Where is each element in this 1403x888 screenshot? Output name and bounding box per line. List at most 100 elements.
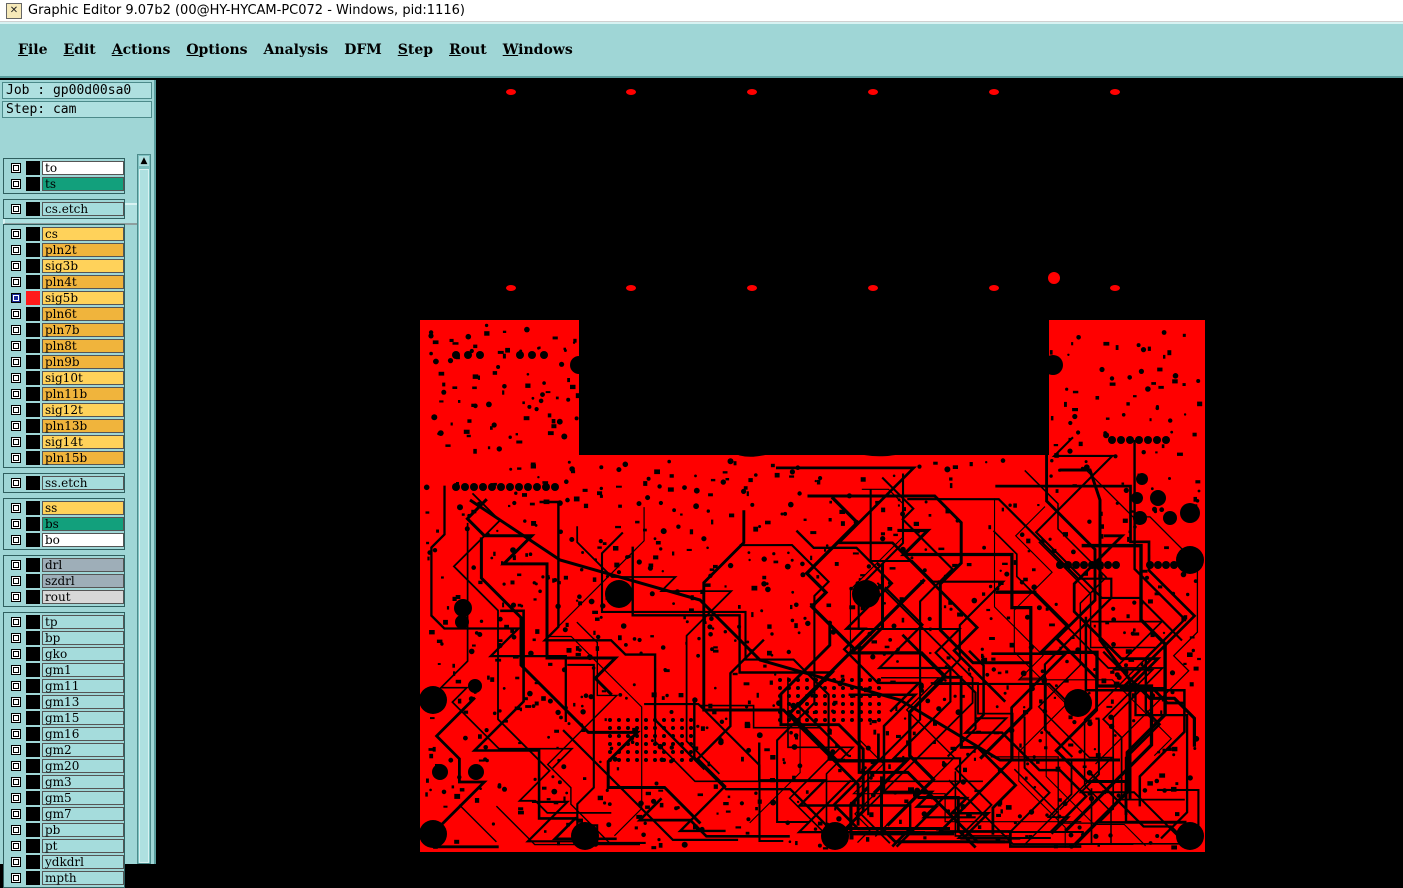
layer-name[interactable]: gm7 [42, 807, 124, 821]
layer-name[interactable]: pln8t [42, 339, 124, 353]
layer-row-bo[interactable]: bo [6, 533, 124, 547]
layer-color-swatch[interactable] [26, 339, 40, 353]
layer-color-swatch[interactable] [26, 517, 40, 531]
layer-row-szdrl[interactable]: szdrl [6, 574, 124, 588]
layer-name[interactable]: sig14t [42, 435, 124, 449]
layer-row-to[interactable]: to [6, 161, 124, 175]
layer-row-bs[interactable]: bs [6, 517, 124, 531]
layer-row-cs.etch[interactable]: cs.etch [6, 202, 124, 216]
layer-checkbox[interactable] [11, 357, 21, 367]
layer-row-sig3b[interactable]: sig3b [6, 259, 124, 273]
layer-name[interactable]: gm5 [42, 791, 124, 805]
layer-name[interactable]: mpth [42, 871, 124, 885]
layer-name[interactable]: gm13 [42, 695, 124, 709]
layer-color-swatch[interactable] [26, 403, 40, 417]
layer-name[interactable]: szdrl [42, 574, 124, 588]
layer-color-swatch[interactable] [26, 435, 40, 449]
layer-checkbox[interactable] [11, 649, 21, 659]
layer-row-drl[interactable]: drl [6, 558, 124, 572]
layer-checkbox[interactable] [11, 761, 21, 771]
layer-checkbox[interactable] [11, 453, 21, 463]
layer-checkbox[interactable] [11, 293, 21, 303]
layer-checkbox[interactable] [11, 519, 21, 529]
menu-rout[interactable]: Rout [445, 40, 491, 60]
layer-checkbox[interactable] [11, 261, 21, 271]
layer-color-swatch[interactable] [26, 161, 40, 175]
layer-checkbox[interactable] [11, 745, 21, 755]
layer-color-swatch[interactable] [26, 558, 40, 572]
menu-edit[interactable]: Edit [60, 40, 100, 60]
layer-checkbox[interactable] [11, 777, 21, 787]
menu-dfm[interactable]: DFM [340, 40, 386, 60]
layer-checkbox[interactable] [11, 309, 21, 319]
layer-name[interactable]: pln13b [42, 419, 124, 433]
layer-name[interactable]: ydkdrl [42, 855, 124, 869]
layer-checkbox[interactable] [11, 576, 21, 586]
layer-name[interactable]: pln2t [42, 243, 124, 257]
layer-row-pln8t[interactable]: pln8t [6, 339, 124, 353]
layer-color-swatch[interactable] [26, 791, 40, 805]
layer-color-swatch[interactable] [26, 227, 40, 241]
layer-name[interactable]: gm16 [42, 727, 124, 741]
layer-row-pln11b[interactable]: pln11b [6, 387, 124, 401]
layer-name[interactable]: sig5b [42, 291, 124, 305]
layer-color-swatch[interactable] [26, 275, 40, 289]
layer-color-swatch[interactable] [26, 695, 40, 709]
layer-color-swatch[interactable] [26, 291, 40, 305]
layer-row-gm20[interactable]: gm20 [6, 759, 124, 773]
layer-checkbox[interactable] [11, 841, 21, 851]
layer-name[interactable]: pln6t [42, 307, 124, 321]
layer-row-pln9b[interactable]: pln9b [6, 355, 124, 369]
layer-row-pln4t[interactable]: pln4t [6, 275, 124, 289]
layer-checkbox[interactable] [11, 809, 21, 819]
menu-file[interactable]: File [14, 40, 52, 60]
layer-checkbox[interactable] [11, 713, 21, 723]
layer-row-sig14t[interactable]: sig14t [6, 435, 124, 449]
menu-windows[interactable]: Windows [499, 40, 577, 60]
layer-name[interactable]: gm1 [42, 663, 124, 677]
layer-row-pln15b[interactable]: pln15b [6, 451, 124, 465]
layer-checkbox[interactable] [11, 665, 21, 675]
layer-checkbox[interactable] [11, 204, 21, 214]
layer-row-gm1[interactable]: gm1 [6, 663, 124, 677]
layer-checkbox[interactable] [11, 617, 21, 627]
layer-row-gko[interactable]: gko [6, 647, 124, 661]
layer-checkbox[interactable] [11, 229, 21, 239]
layer-color-swatch[interactable] [26, 202, 40, 216]
layer-row-gm13[interactable]: gm13 [6, 695, 124, 709]
layer-color-swatch[interactable] [26, 647, 40, 661]
layer-row-sig5b[interactable]: sig5b [6, 291, 124, 305]
layer-checkbox[interactable] [11, 857, 21, 867]
layer-name[interactable]: gm11 [42, 679, 124, 693]
layer-row-ss[interactable]: ss [6, 501, 124, 515]
layer-color-swatch[interactable] [26, 711, 40, 725]
layer-color-swatch[interactable] [26, 775, 40, 789]
layer-row-rout[interactable]: rout [6, 590, 124, 604]
layer-name[interactable]: gm3 [42, 775, 124, 789]
layer-color-swatch[interactable] [26, 839, 40, 853]
layer-name[interactable]: pln11b [42, 387, 124, 401]
graphic-canvas[interactable] [157, 80, 1403, 864]
layer-checkbox[interactable] [11, 633, 21, 643]
layer-row-gm16[interactable]: gm16 [6, 727, 124, 741]
layer-color-swatch[interactable] [26, 807, 40, 821]
layer-color-swatch[interactable] [26, 663, 40, 677]
layer-name[interactable]: to [42, 161, 124, 175]
layer-row-cs[interactable]: cs [6, 227, 124, 241]
layer-name[interactable]: bp [42, 631, 124, 645]
layer-color-swatch[interactable] [26, 476, 40, 490]
layer-row-pln6t[interactable]: pln6t [6, 307, 124, 321]
layer-checkbox[interactable] [11, 503, 21, 513]
layer-checkbox[interactable] [11, 535, 21, 545]
layer-row-pt[interactable]: pt [6, 839, 124, 853]
layer-color-swatch[interactable] [26, 533, 40, 547]
layer-checkbox[interactable] [11, 697, 21, 707]
layer-name[interactable]: gm15 [42, 711, 124, 725]
layer-row-gm7[interactable]: gm7 [6, 807, 124, 821]
layer-row-sig10t[interactable]: sig10t [6, 371, 124, 385]
layer-name[interactable]: gm20 [42, 759, 124, 773]
layer-color-swatch[interactable] [26, 307, 40, 321]
layer-name[interactable]: drl [42, 558, 124, 572]
layer-row-tp[interactable]: tp [6, 615, 124, 629]
layer-checkbox[interactable] [11, 405, 21, 415]
